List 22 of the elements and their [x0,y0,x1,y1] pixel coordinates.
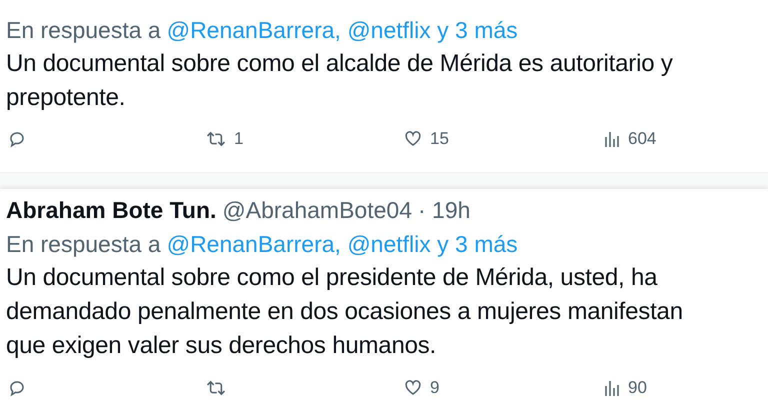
mention-link[interactable]: @RenanBarrera, @netflix y 3 más [166,13,518,47]
action-count: 90 [628,378,647,398]
reply-label: En respuesta a [6,230,161,259]
tweet-text: Un documental sobre como el alcalde de Mérida es autoritario y prepotente. [6,49,674,113]
retweet-icon[interactable] [206,130,226,148]
comment-icon[interactable] [8,130,26,148]
author-name: Abraham Bote Tun. [6,196,216,225]
action-count: 9 [430,378,440,398]
post-time: · 19h [418,196,470,225]
mention-link[interactable]: @RenanBarrera, @netflix y 3 más [166,227,518,261]
tweet-text: Un documental sobre como el presidente de Mérida, usted, ha demandado penalmente en dos ocasiones a mujeres manifestan que exigen valer sus derechos humanos. [6,263,684,361]
action-count: 1 [234,129,244,149]
action-count: 15 [430,129,449,149]
author-handle: @AbrahamBote04 [222,196,412,225]
reply-label: En respuesta a [6,16,161,45]
bar-chart-icon[interactable] [604,380,620,396]
action-count: 604 [628,129,656,149]
bar-chart-icon[interactable] [604,131,620,147]
heart-icon[interactable] [404,379,422,397]
retweet-icon[interactable] [206,379,226,397]
comment-icon[interactable] [8,379,26,397]
heart-icon[interactable] [404,130,422,148]
